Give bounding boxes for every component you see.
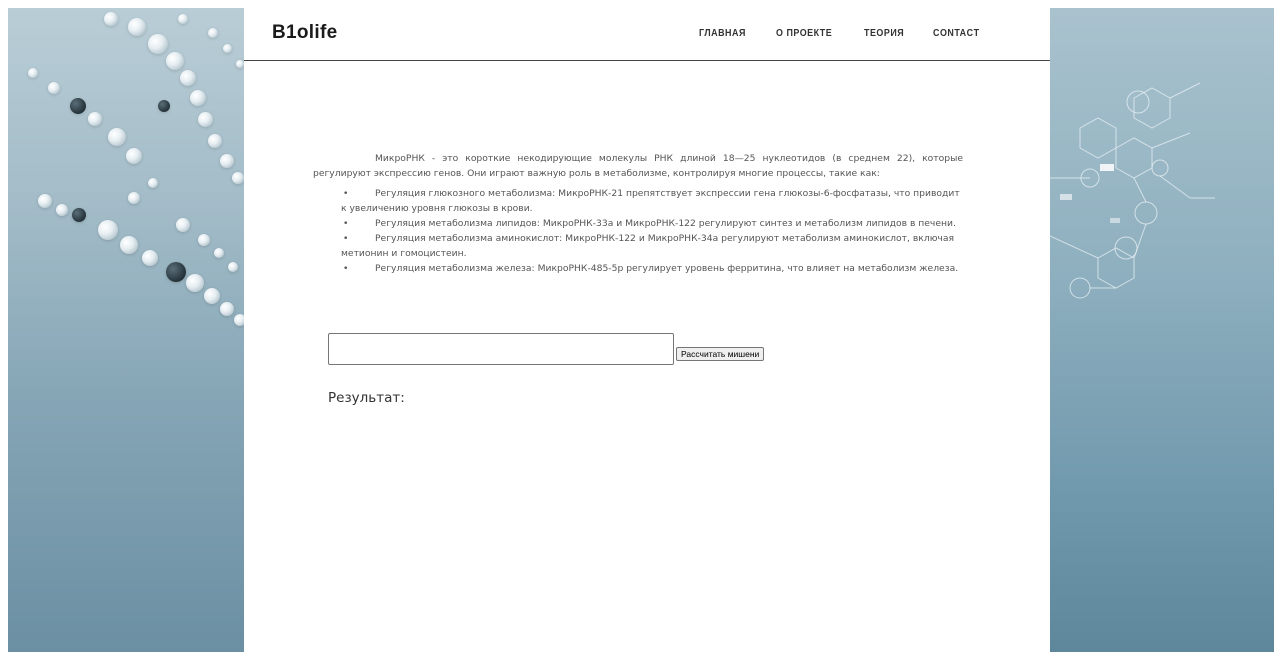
dna-bead [128,18,146,36]
dna-bead [166,262,186,282]
site-logo[interactable]: B1olife [272,22,337,44]
dna-bead [176,218,190,232]
dna-bead [88,112,102,126]
dna-bead [186,274,204,292]
dna-bead [148,34,168,54]
dna-bead [198,112,213,127]
bullet-icon: • [343,263,349,274]
dna-bead [120,236,138,254]
list-item-text: Регуляция глюкозного метаболизма: МикроР… [341,188,960,214]
dna-bead [126,148,142,164]
list-item: • Регуляция метаболизма аминокислот: Мик… [313,231,963,261]
dna-bead [234,314,244,326]
nav-link-theory[interactable]: ТЕОРИЯ [864,27,904,39]
dna-bead [158,100,170,112]
result-label: Результат: [328,390,405,406]
dna-bead [72,208,86,222]
dna-bead [232,172,244,184]
metabolism-list: • Регуляция глюкозного метаболизма: Микр… [313,186,963,276]
dna-bead [128,192,140,204]
dna-bead [236,60,244,68]
main-column: B1olife ГЛАВНАЯ О ПРОЕКТЕ ТЕОРИЯ CONTACT… [244,8,1050,652]
dna-bead [104,12,118,26]
dna-bead [56,204,68,216]
dna-bead [220,154,234,168]
calculate-targets-button[interactable]: Рассчитать мишени [676,347,765,361]
dna-bead [214,248,224,258]
dna-bead [108,128,126,146]
list-item: • Регуляция метаболизма железа: МикроРНК… [313,261,963,276]
molecule-structure-icon [1050,82,1215,299]
dna-bead [98,220,118,240]
dna-bead [228,262,238,272]
dna-bead [28,68,38,78]
main-nav: ГЛАВНАЯ О ПРОЕКТЕ ТЕОРИЯ CONTACT [699,27,988,39]
list-item: • Регуляция метаболизма липидов: МикроРН… [313,216,963,231]
bullet-icon: • [343,188,349,199]
page-frame: B1olife ГЛАВНАЯ О ПРОЕКТЕ ТЕОРИЯ CONTACT… [8,8,1274,652]
dna-bead [48,82,60,94]
nav-link-about[interactable]: О ПРОЕКТЕ [776,27,832,39]
bullet-icon: • [343,218,349,229]
dna-bead [223,44,232,53]
list-item: • Регуляция глюкозного метаболизма: Микр… [313,186,963,216]
list-item-text: Регуляция метаболизма железа: МикроРНК-4… [375,263,959,274]
dna-bead [178,14,188,24]
dna-bead [38,194,52,208]
bullet-icon: • [343,233,349,244]
dna-bead [142,250,158,266]
list-item-text: Регуляция метаболизма аминокислот: Микро… [341,233,955,259]
molecule-background-image [1050,8,1274,652]
dna-bead [70,98,86,114]
dna-bead [166,52,184,70]
dna-bead [198,234,210,246]
dna-bead [190,90,206,106]
dna-bead [180,70,196,86]
dna-bead [208,134,222,148]
nav-link-contact[interactable]: CONTACT [933,27,980,39]
list-item-text: Регуляция метаболизма липидов: МикроРНК-… [375,218,956,229]
mirna-input[interactable] [328,333,674,365]
target-search-form: Рассчитать мишени [328,333,765,365]
dna-bead [148,178,158,188]
intro-paragraph: МикроРНК - это короткие некодирующие мол… [313,153,963,179]
article-content: МикроРНК - это короткие некодирующие мол… [313,151,963,276]
dna-bead [220,302,234,316]
header-bar: B1olife ГЛАВНАЯ О ПРОЕКТЕ ТЕОРИЯ CONTACT [244,8,1050,61]
dna-background-image [8,8,244,652]
nav-link-home[interactable]: ГЛАВНАЯ [699,27,746,39]
dna-bead [208,28,218,38]
dna-bead [204,288,220,304]
